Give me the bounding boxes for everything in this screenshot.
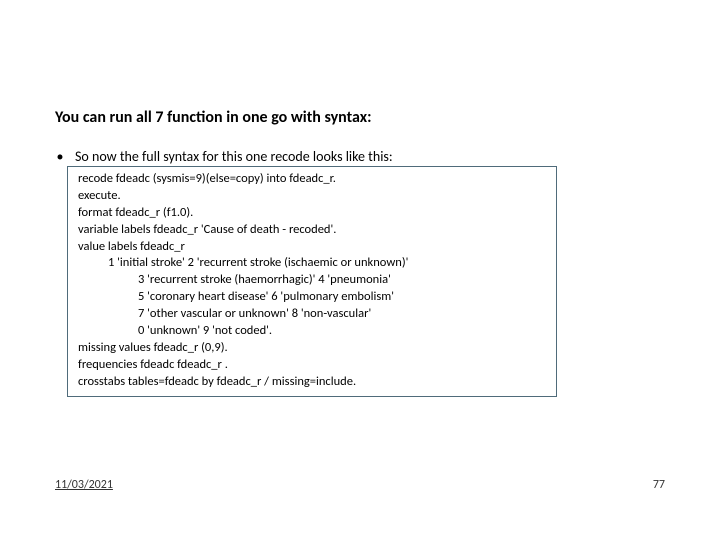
code-line: execute. <box>78 188 546 205</box>
code-line: 7 'other vascular or unknown' 8 'non-vas… <box>78 306 546 323</box>
code-line: missing values fdeadc_r (0,9). <box>78 340 546 357</box>
code-line: value labels fdeadc_r <box>78 239 546 256</box>
code-line: frequencies fdeadc fdeadc_r . <box>78 357 546 374</box>
code-line: 0 'unknown' 9 'not coded'. <box>78 323 546 340</box>
code-line: variable labels fdeadc_r 'Cause of death… <box>78 222 546 239</box>
footer-date: 11/03/2021 <box>55 478 113 492</box>
code-line: crosstabs tables=fdeadc by fdeadc_r / mi… <box>78 374 546 391</box>
code-line: 1 'initial stroke' 2 'recurrent stroke (… <box>78 255 546 272</box>
code-line: format fdeadc_r (f1.0). <box>78 205 546 222</box>
code-line: 3 'recurrent stroke (haemorrhagic)' 4 'p… <box>78 272 546 289</box>
code-box: recode fdeadc (sysmis=9)(else=copy) into… <box>67 166 557 397</box>
bullet-dot: • <box>55 148 65 165</box>
bullet-item: • So now the full syntax for this one re… <box>55 148 393 165</box>
code-line: 5 'coronary heart disease' 6 'pulmonary … <box>78 289 546 306</box>
slide: You can run all 7 function in one go wit… <box>0 0 720 540</box>
footer-page-number: 77 <box>653 478 665 492</box>
bullet-text: So now the full syntax for this one reco… <box>75 148 393 165</box>
code-line: recode fdeadc (sysmis=9)(else=copy) into… <box>78 171 546 188</box>
slide-title: You can run all 7 function in one go wit… <box>55 108 372 127</box>
